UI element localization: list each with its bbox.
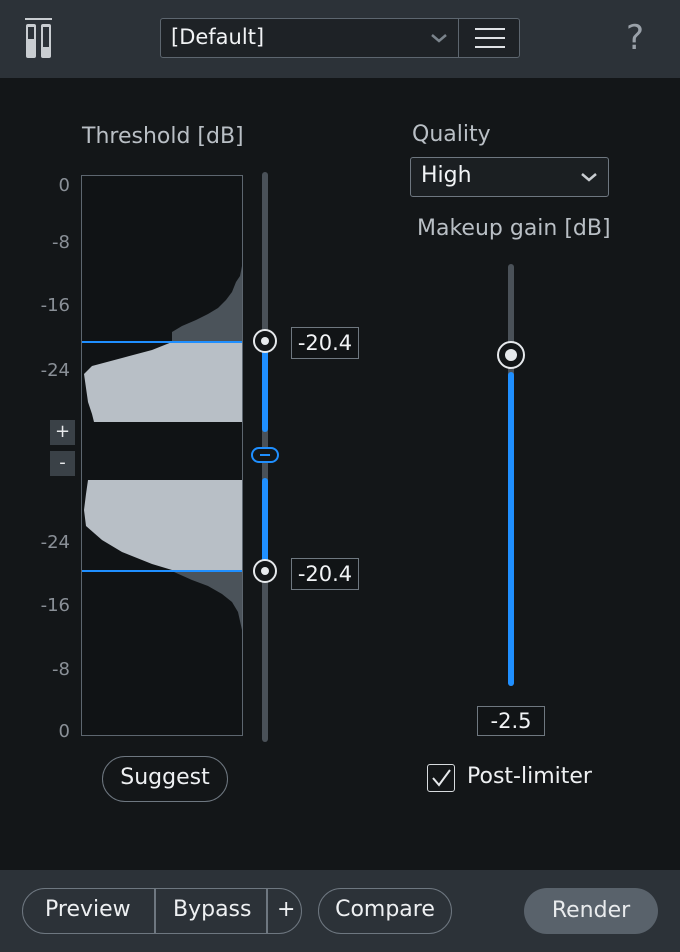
preset-dropdown[interactable]: [Default] bbox=[160, 18, 520, 58]
histogram-gap bbox=[82, 432, 242, 480]
lower-threshold-fill bbox=[262, 478, 268, 572]
help-icon[interactable]: ? bbox=[626, 18, 644, 58]
makeup-gain-value[interactable]: -2.5 bbox=[477, 706, 545, 736]
lower-tick-2: -8 bbox=[52, 659, 70, 680]
hamburger-menu-icon[interactable] bbox=[459, 19, 519, 57]
quality-dropdown[interactable]: High bbox=[410, 157, 609, 197]
upper-tick-0: 0 bbox=[58, 175, 70, 196]
top-toolbar: [Default] ? bbox=[0, 0, 680, 79]
upper-threshold-value[interactable]: -20.4 bbox=[291, 327, 359, 359]
bypass-button[interactable]: Bypass bbox=[173, 897, 251, 922]
lower-tick-0: -24 bbox=[40, 532, 70, 553]
upper-histogram-active bbox=[84, 342, 242, 432]
quality-label: Quality bbox=[412, 122, 491, 147]
lower-tick-1: -16 bbox=[40, 595, 70, 616]
suggest-button[interactable]: Suggest bbox=[102, 756, 228, 802]
quality-value: High bbox=[421, 163, 472, 188]
upper-tick-1: -8 bbox=[52, 232, 70, 253]
upper-threshold-fill bbox=[262, 342, 268, 432]
zoom-in-button[interactable]: + bbox=[50, 420, 75, 445]
compare-button[interactable]: Compare bbox=[318, 888, 452, 934]
preset-value: [Default] bbox=[171, 25, 265, 49]
post-limiter-label: Post-limiter bbox=[467, 764, 592, 789]
makeup-gain-label: Makeup gain [dB] bbox=[417, 216, 611, 241]
render-button[interactable]: Render bbox=[524, 888, 658, 934]
histogram-graph bbox=[82, 266, 242, 630]
threshold-label: Threshold [dB] bbox=[82, 124, 244, 149]
threshold-slider[interactable] bbox=[250, 170, 280, 745]
preview-button[interactable]: Preview bbox=[45, 897, 131, 922]
preview-button-group: Preview Bypass + bbox=[22, 888, 302, 934]
upper-histogram-tail bbox=[172, 266, 242, 342]
makeup-gain-fill bbox=[508, 372, 514, 686]
post-limiter-checkbox[interactable] bbox=[427, 764, 455, 792]
segment-divider bbox=[266, 889, 268, 933]
chevron-down-icon bbox=[581, 173, 597, 182]
checkmark-icon bbox=[432, 769, 451, 787]
level-histogram bbox=[81, 175, 243, 736]
lower-histogram-tail bbox=[174, 572, 242, 630]
lower-tick-3: 0 bbox=[58, 721, 70, 742]
makeup-gain-slider[interactable] bbox=[495, 262, 527, 690]
zoom-out-button[interactable]: - bbox=[50, 451, 75, 476]
lower-histogram-active bbox=[84, 480, 242, 570]
upper-tick-3: -24 bbox=[40, 360, 70, 381]
chevron-down-icon bbox=[431, 34, 447, 43]
meter-icon[interactable] bbox=[24, 18, 54, 58]
lower-threshold-value[interactable]: -20.4 bbox=[291, 558, 359, 590]
segment-divider bbox=[154, 889, 156, 933]
add-button[interactable]: + bbox=[277, 897, 295, 922]
upper-tick-2: -16 bbox=[40, 295, 70, 316]
